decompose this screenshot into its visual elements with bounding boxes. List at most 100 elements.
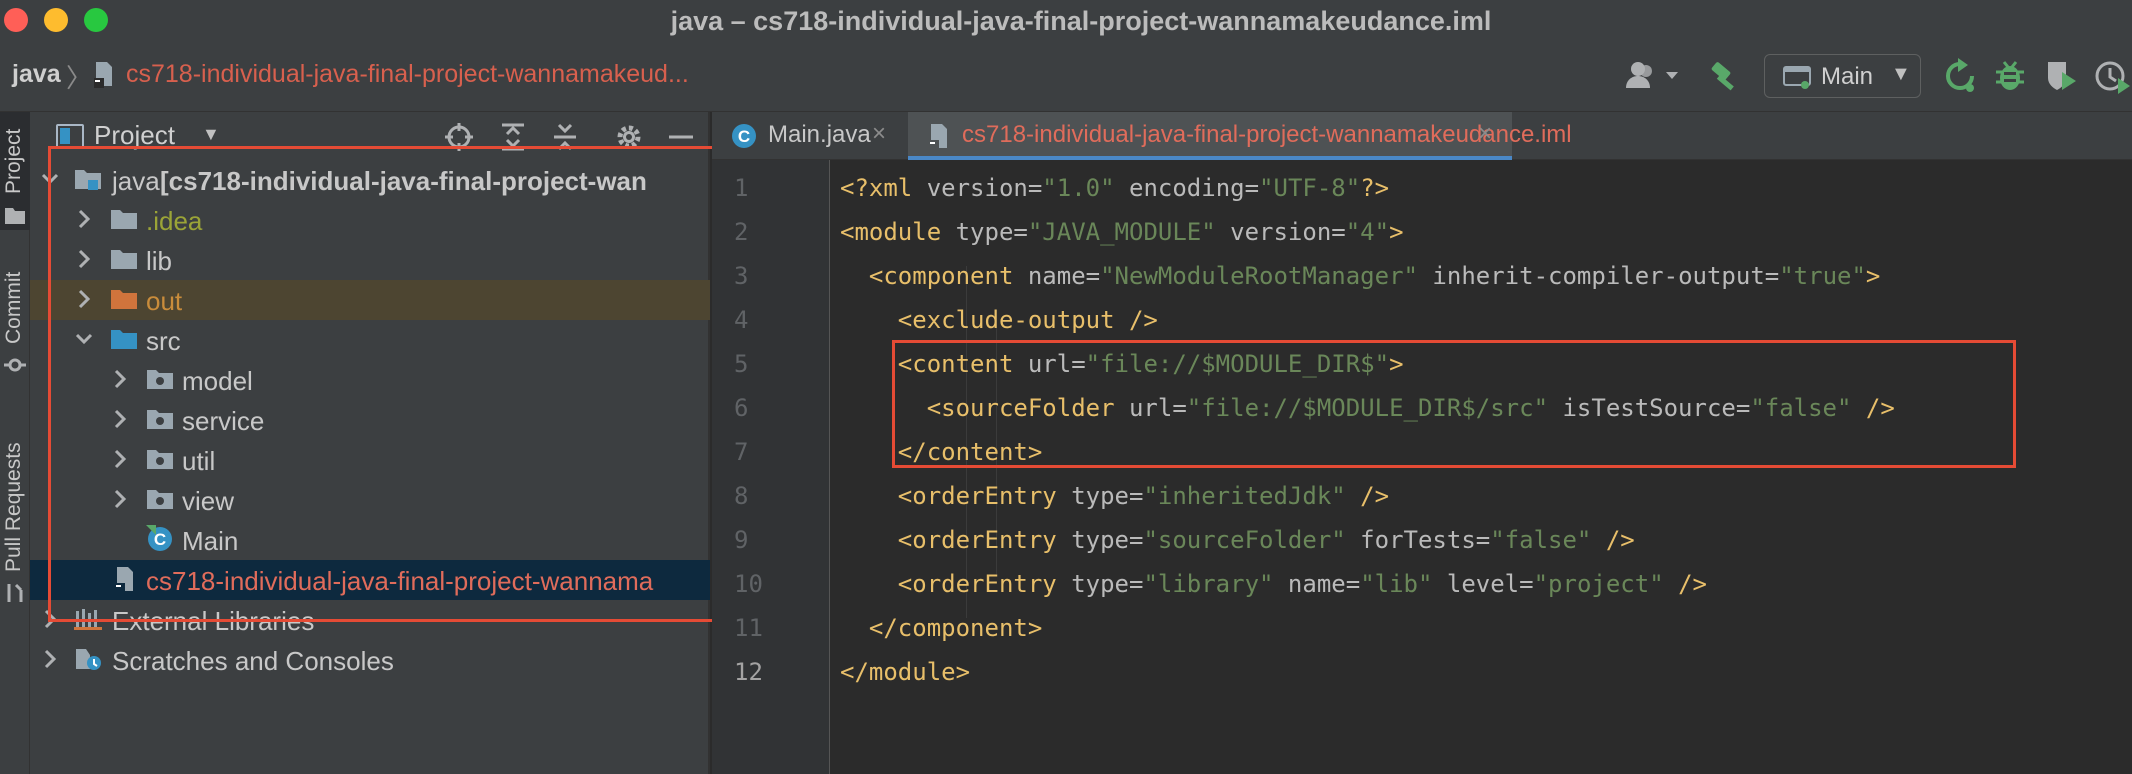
project-view-select[interactable]: Project	[94, 120, 175, 151]
profiler-icon[interactable]	[2094, 58, 2130, 94]
tree-item-main[interactable]: C Main	[30, 520, 710, 560]
tree-item-label: .idea	[146, 206, 203, 236]
code-token: "4"	[1345, 218, 1390, 246]
code-token: url=	[1128, 394, 1187, 422]
code-line: <orderEntry type="library" name="lib" le…	[840, 570, 1707, 598]
line-number: 10	[734, 570, 763, 598]
code-token: type=	[1071, 570, 1144, 598]
commit-tool-label: Commit	[2, 271, 25, 344]
code-line: <component name="NewModuleRootManager" i…	[840, 262, 1880, 290]
window-title: java – cs718-individual-java-final-proje…	[670, 6, 1492, 36]
breadcrumb-separator-icon: 〉	[66, 63, 93, 93]
gear-icon[interactable]	[614, 122, 644, 152]
application-config-icon	[1783, 66, 1811, 89]
code-token: "UTF-8"	[1259, 174, 1361, 202]
code-token: "lib"	[1360, 570, 1433, 598]
code-line: <?xml version="1.0" encoding="UTF-8"?>	[840, 174, 1389, 202]
code-token: <module	[840, 218, 956, 246]
build-hammer-icon[interactable]	[1708, 60, 1742, 94]
chevron-right-icon[interactable]	[110, 486, 130, 512]
code-line: </content>	[840, 438, 1043, 466]
chevron-down-icon[interactable]: ▼	[202, 124, 220, 145]
tree-item-iml-file[interactable]: cs718-individual-java-final-project-wann…	[30, 560, 710, 600]
run-with-coverage-icon[interactable]	[2044, 58, 2078, 94]
navigation-bar: java 〉 cs718-individual-java-final-proje…	[0, 40, 2132, 112]
chevron-right-icon[interactable]	[74, 246, 94, 272]
module-file-icon	[94, 62, 112, 88]
code-line: </module>	[840, 658, 970, 686]
tree-item-idea[interactable]: .idea	[30, 200, 710, 240]
tree-item-root[interactable]: java [cs718-individual-java-final-projec…	[30, 160, 710, 200]
chevron-right-icon[interactable]	[74, 286, 94, 312]
chevron-right-icon[interactable]	[40, 646, 60, 672]
code-token: "file://$MODULE_DIR$"	[1085, 350, 1390, 378]
code-line: </component>	[840, 614, 1042, 642]
tab-iml-file[interactable]: cs718-individual-java-final-project-wann…	[908, 112, 1572, 160]
tree-item-lib[interactable]: lib	[30, 240, 710, 280]
close-icon[interactable]: ×	[1478, 120, 1492, 148]
code-line: <exclude-output />	[840, 306, 1158, 334]
locate-target-icon[interactable]	[444, 122, 474, 152]
user-account-icon[interactable]	[1624, 60, 1684, 92]
tree-item-label: Main	[182, 526, 239, 556]
rerun-icon[interactable]	[1944, 58, 1976, 94]
chevron-down-icon[interactable]	[74, 326, 94, 352]
close-icon[interactable]: ×	[872, 120, 886, 148]
code-editor[interactable]: <?xml version="1.0" encoding="UTF-8"?> <m…	[830, 160, 2132, 774]
commit-icon	[4, 358, 26, 372]
code-token: level=	[1432, 570, 1534, 598]
tree-item-label: util	[182, 446, 216, 476]
library-icon	[74, 609, 102, 630]
tree-item-src[interactable]: src	[30, 320, 710, 360]
tree-item-view[interactable]: view	[30, 480, 710, 520]
run-configuration-select[interactable]: Main ▼	[1764, 54, 1921, 98]
code-token: </module>	[840, 658, 971, 686]
code-token: "library"	[1143, 570, 1274, 598]
tree-item-label: out	[146, 286, 183, 316]
project-tool-button[interactable]: Project	[0, 112, 30, 230]
chevron-down-icon[interactable]	[40, 166, 60, 192]
tree-item-label: model	[182, 366, 253, 396]
code-token: type=	[1071, 526, 1144, 554]
commit-tool-button[interactable]: Commit	[0, 252, 30, 382]
tab-main-java[interactable]: C Main.java ×	[712, 112, 896, 160]
tree-item-label: lib	[146, 246, 173, 276]
code-token: "1.0"	[1042, 174, 1115, 202]
tree-item-model[interactable]: model	[30, 360, 710, 400]
collapse-all-icon[interactable]	[550, 122, 580, 152]
root-module-name: [cs718-individual-java-final-project-wan	[160, 166, 647, 196]
scratches-icon	[76, 649, 101, 670]
hide-panel-icon[interactable]	[666, 122, 696, 152]
chevron-right-icon[interactable]	[110, 406, 130, 432]
code-token: <?xml	[840, 174, 927, 202]
pull-requests-tool-label: Pull Requests	[2, 442, 25, 572]
tree-item-service[interactable]: service	[30, 400, 710, 440]
package-folder-icon	[147, 450, 173, 469]
expand-all-icon[interactable]	[498, 122, 528, 152]
code-token: "project"	[1533, 570, 1664, 598]
pull-request-icon	[7, 583, 23, 602]
code-token: ?>	[1360, 174, 1390, 202]
debug-bug-icon[interactable]	[1994, 58, 2026, 94]
code-line: <module type="JAVA_MODULE" version="4">	[840, 218, 1404, 246]
tree-item-util[interactable]: util	[30, 440, 710, 480]
line-number: 2	[734, 218, 749, 246]
pull-requests-tool-button[interactable]: Pull Requests	[0, 412, 30, 612]
tree-item-scratches[interactable]: Scratches and Consoles	[30, 640, 710, 680]
breadcrumb-root[interactable]: java	[12, 60, 61, 89]
code-token: </content>	[840, 438, 1043, 466]
chevron-right-icon[interactable]	[40, 606, 60, 632]
chevron-right-icon[interactable]	[110, 366, 130, 392]
package-folder-icon	[147, 370, 173, 389]
chevron-right-icon[interactable]	[74, 206, 94, 232]
project-panel: Project ▼ java [cs718-individual-java-fi…	[30, 112, 710, 774]
java-class-icon: C	[732, 124, 756, 148]
chevron-down-icon: ▼	[1891, 63, 1911, 85]
chevron-right-icon[interactable]	[110, 446, 130, 472]
code-token: <orderEntry	[840, 526, 1072, 554]
tree-item-out[interactable]: out	[30, 280, 710, 320]
editor-area: C Main.java × cs718-individual-java-fina…	[712, 112, 2132, 774]
breadcrumb-file[interactable]: cs718-individual-java-final-project-wann…	[126, 60, 689, 89]
tree-item-external-libraries[interactable]: External Libraries	[30, 600, 710, 640]
module-file-icon	[929, 124, 947, 150]
